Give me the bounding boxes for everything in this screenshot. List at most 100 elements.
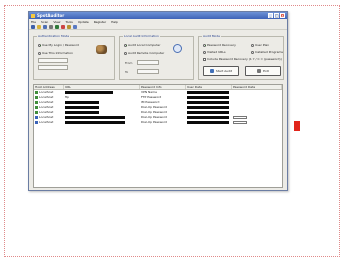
- app-window: SpotAuditor _ □ x File Scan View Tools U…: [28, 11, 288, 191]
- host-icon: [35, 90, 38, 94]
- radio[interactable]: [203, 50, 206, 54]
- window-title: SpotAuditor: [37, 13, 65, 18]
- table-body: Localhost VPN Name Localhost ftp FTP Passwor…: [34, 90, 282, 125]
- menu-update[interactable]: Update: [78, 20, 89, 24]
- audit-info-group: Local Audit Information Audit Local Comp…: [119, 34, 194, 80]
- mode-password-option[interactable]: Password Recovery: [203, 43, 236, 47]
- audit-mode-title: Audit Mode: [202, 34, 221, 38]
- menu-help[interactable]: Help: [111, 20, 118, 24]
- redaction-bar: [187, 111, 229, 114]
- host-text: Localhost: [39, 95, 54, 99]
- col-info[interactable]: Password Info: [140, 85, 186, 89]
- radio-selected[interactable]: [203, 43, 206, 47]
- redaction-bar: [187, 101, 229, 104]
- menu-tools[interactable]: Tools: [65, 20, 72, 24]
- host-icon: [35, 110, 38, 114]
- start-audit-button[interactable]: Start Audit: [203, 66, 239, 76]
- menu-register[interactable]: Register: [94, 20, 106, 24]
- mode-installed-option[interactable]: Installed Programs: [251, 50, 283, 54]
- scan-icon[interactable]: [55, 24, 59, 29]
- redaction-bar: [65, 116, 125, 119]
- url-cell: [64, 120, 140, 125]
- audit-mode-group: Audit Mode Password Recovery User Plan V…: [198, 34, 284, 80]
- mode-user-option[interactable]: User Plan: [251, 43, 269, 47]
- host-cell: Localhost: [34, 120, 64, 125]
- app-icon: [31, 13, 35, 18]
- username-field[interactable]: [38, 58, 68, 63]
- key-icon[interactable]: [67, 24, 71, 29]
- menu-scan[interactable]: Scan: [41, 20, 48, 24]
- mode-urls-option[interactable]: Visited URLs: [203, 50, 226, 54]
- redaction-bar: [187, 121, 229, 124]
- auth-other-option[interactable]: Use This Information: [38, 51, 73, 55]
- mode-user-label: User Plan: [255, 43, 270, 47]
- radio[interactable]: [251, 43, 254, 47]
- mode-installed-label: Installed Programs: [255, 50, 283, 54]
- info-cell: Dial-Up Password: [141, 120, 167, 124]
- radio-selected[interactable]: [124, 43, 127, 47]
- start-audit-label: Start Audit: [215, 69, 233, 73]
- host-icon: [35, 115, 38, 119]
- audit-local-option[interactable]: Audit Local Computer: [124, 43, 160, 47]
- password-box: [233, 120, 247, 124]
- table-row[interactable]: Localhost Dial-Up Password: [34, 120, 282, 125]
- close-button[interactable]: x: [280, 13, 285, 18]
- radio[interactable]: [251, 50, 254, 54]
- redaction-bar: [65, 101, 99, 104]
- print-icon[interactable]: [49, 24, 53, 29]
- redaction-bar: [65, 106, 99, 109]
- menu-view[interactable]: View: [53, 20, 60, 24]
- host-icon: [35, 95, 38, 99]
- audit-info-title: Local Audit Information: [123, 34, 160, 38]
- password-field[interactable]: [38, 65, 68, 70]
- exit-button[interactable]: Exit: [245, 66, 281, 76]
- results-table: Host Address URL Password Info User Data…: [33, 84, 283, 188]
- include-recovery-label: Include Password Recovery (1 Y / C = (pa…: [207, 57, 282, 61]
- col-host[interactable]: Host Address: [34, 85, 64, 89]
- col-password[interactable]: Password Data: [232, 85, 282, 89]
- toolbar: [29, 24, 287, 30]
- search-icon[interactable]: [173, 44, 182, 53]
- mode-urls-label: Visited URLs: [207, 50, 226, 54]
- redaction-bar: [65, 121, 125, 124]
- host-text: Localhost: [39, 120, 54, 124]
- host-text: Localhost: [39, 100, 54, 104]
- auth-current-option[interactable]: Use My Login / Password: [38, 43, 79, 47]
- password-cell: [232, 120, 282, 125]
- host-text: Localhost: [39, 90, 54, 94]
- minimize-button[interactable]: _: [268, 13, 273, 18]
- host-text: Localhost: [39, 110, 54, 114]
- col-user[interactable]: User Data: [186, 85, 232, 89]
- save-icon[interactable]: [43, 24, 47, 29]
- audit-remote-option[interactable]: Audit Remote Computer: [124, 51, 164, 55]
- audit-local-label: Audit Local Computer: [128, 43, 161, 47]
- menu-file[interactable]: File: [31, 20, 36, 24]
- host-icon: [35, 120, 38, 124]
- stop-icon[interactable]: [61, 24, 65, 29]
- auth-other-label: Use This Information: [42, 51, 74, 55]
- radio[interactable]: [38, 51, 41, 55]
- include-recovery-checkbox[interactable]: Include Password Recovery (1 Y / C = (pa…: [203, 57, 282, 61]
- checkbox[interactable]: [203, 57, 206, 61]
- redaction-bar: [187, 91, 229, 94]
- new-icon[interactable]: [31, 24, 35, 29]
- auth-current-label: Use My Login / Password: [42, 43, 79, 47]
- col-url[interactable]: URL: [64, 85, 140, 89]
- open-icon[interactable]: [37, 24, 41, 29]
- radio[interactable]: [124, 51, 127, 55]
- redaction-bar: [65, 111, 99, 114]
- radio-selected[interactable]: [38, 43, 41, 47]
- title-bar: SpotAuditor _ □ x: [29, 12, 287, 19]
- password-box: [233, 115, 247, 119]
- redaction-bar: [65, 91, 113, 94]
- from-field[interactable]: [137, 60, 159, 65]
- audit-remote-label: Audit Remote Computer: [128, 51, 165, 55]
- help-icon[interactable]: [73, 24, 77, 29]
- host-icon: [35, 100, 38, 104]
- to-field[interactable]: [137, 69, 159, 74]
- maximize-button[interactable]: □: [274, 13, 279, 18]
- host-icon: [35, 105, 38, 109]
- auth-mode-title: Authentication Mode: [37, 34, 71, 38]
- exit-label: Exit: [263, 69, 269, 73]
- url-text: ftp: [65, 95, 70, 99]
